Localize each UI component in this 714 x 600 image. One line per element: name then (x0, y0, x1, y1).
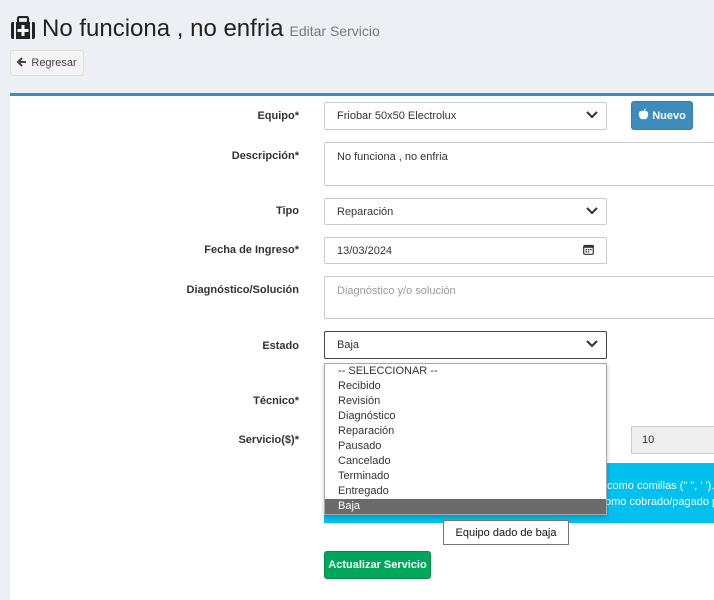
arrow-left-icon (16, 56, 27, 70)
chevron-down-icon (586, 206, 598, 218)
dropdown-option[interactable]: Cancelado (325, 454, 606, 469)
update-service-button[interactable]: Actualizar Servicio (324, 551, 431, 579)
fecha-value: 13/03/2024 (337, 244, 393, 257)
dropdown-option[interactable]: Terminado (325, 469, 606, 484)
descripcion-label: Descripción* (231, 150, 299, 162)
diagnostico-placeholder: Diagnóstico y/o solución (337, 285, 456, 297)
descripcion-value: No funciona , no enfria (337, 151, 448, 163)
tipo-label: Tipo (275, 205, 299, 217)
estado-value: Baja (337, 339, 360, 351)
page-header: No funciona , no enfria Editar Servicio (10, 12, 380, 46)
page-subtitle: Editar Servicio (289, 23, 380, 39)
chevron-down-icon (586, 339, 598, 351)
servicio-value: 10 (642, 434, 655, 446)
tooltip: Equipo dado de baja (443, 520, 569, 545)
dropdown-option[interactable]: Reparación (325, 424, 606, 439)
equipo-label: Equipo* (257, 110, 299, 122)
back-button[interactable]: Regresar (10, 50, 84, 76)
equipo-value: Friobar 50x50 Electrolux (337, 110, 457, 122)
estado-select[interactable]: Baja (324, 331, 607, 359)
descripcion-textarea[interactable]: No funciona , no enfria (324, 142, 714, 186)
nuevo-button[interactable]: Nuevo (631, 101, 693, 130)
page-title: No funciona , no enfria (42, 15, 284, 42)
info-line-1: como comillas (" ", ' '). (607, 480, 714, 492)
tipo-select[interactable]: Reparación (324, 198, 607, 225)
back-button-label: Regresar (31, 57, 77, 69)
tipo-value: Reparación (337, 205, 394, 218)
apple-icon (638, 108, 649, 123)
dropdown-option[interactable]: Entregado (325, 484, 606, 499)
dropdown-option[interactable]: Recibido (325, 379, 606, 394)
info-line-2: omo cobrado/pagado p (605, 496, 714, 508)
equipo-select[interactable]: Friobar 50x50 Electrolux (324, 102, 607, 130)
nuevo-button-label: Nuevo (652, 109, 686, 122)
servicio-input[interactable]: 10 (631, 426, 714, 454)
diagnostico-textarea[interactable]: Diagnóstico y/o solución (324, 276, 714, 319)
tecnico-label: Técnico* (253, 395, 299, 407)
calendar-icon[interactable] (583, 244, 594, 258)
dropdown-option[interactable]: Revisión (325, 394, 606, 409)
dropdown-option[interactable]: Pausado (325, 439, 606, 454)
diagnostico-label: Diagnóstico/Solución (186, 284, 299, 296)
dropdown-option[interactable]: Diagnóstico (325, 409, 606, 424)
medkit-icon (10, 15, 36, 45)
dropdown-option-selected[interactable]: Baja (325, 499, 606, 514)
fecha-input[interactable]: 13/03/2024 (324, 237, 607, 264)
dropdown-option[interactable]: -- SELECCIONAR -- (325, 364, 606, 379)
estado-dropdown-list[interactable]: -- SELECCIONAR -- Recibido Revisión Diag… (324, 363, 607, 515)
fecha-label: Fecha de Ingreso* (204, 244, 299, 256)
chevron-down-icon (586, 110, 598, 122)
servicio-label: Servicio($)* (238, 434, 299, 446)
estado-label: Estado (262, 340, 299, 352)
